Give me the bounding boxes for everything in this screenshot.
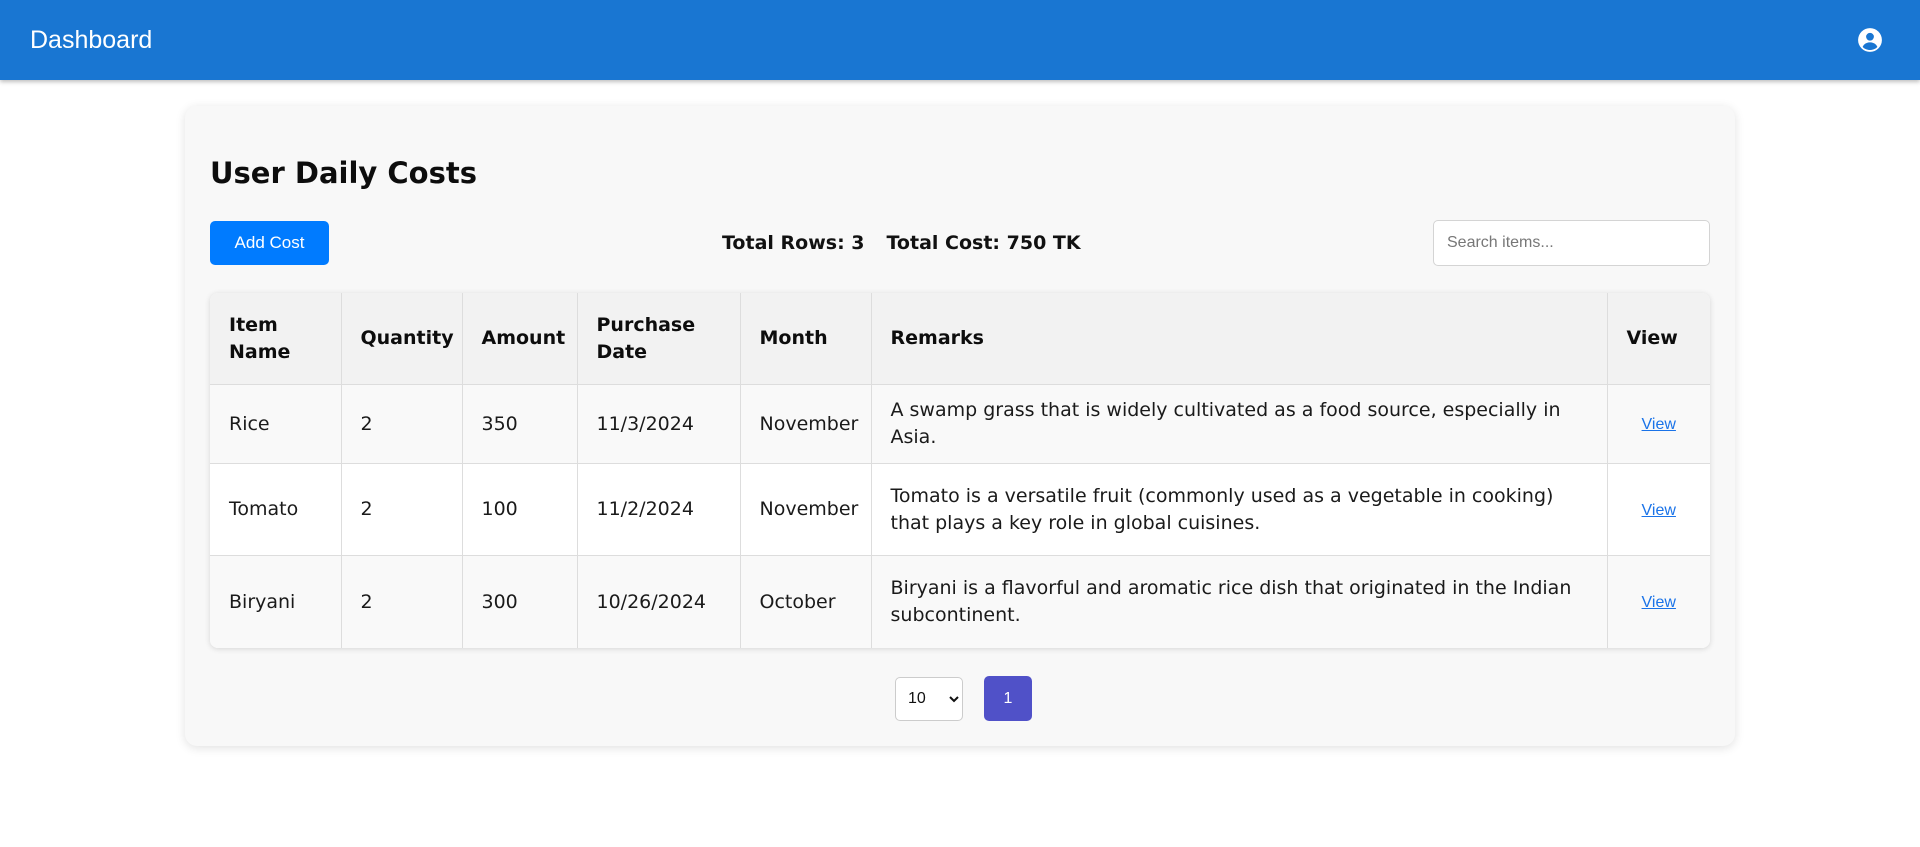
table-row: Biryani 2 300 10/26/2024 October Biryani… bbox=[210, 555, 1710, 648]
app-bar: Dashboard bbox=[0, 0, 1920, 80]
total-rows: Total Rows: 3 bbox=[722, 232, 865, 254]
header-quantity: Quantity bbox=[341, 293, 463, 385]
cell-view: View bbox=[1607, 555, 1710, 648]
cell-amount: 100 bbox=[462, 463, 578, 556]
header-view: View bbox=[1607, 293, 1710, 385]
search-input[interactable] bbox=[1433, 220, 1710, 266]
cell-quantity: 2 bbox=[341, 384, 463, 464]
cell-view: View bbox=[1607, 463, 1710, 556]
view-link[interactable]: View bbox=[1642, 416, 1676, 433]
cell-item-name: Rice bbox=[210, 384, 342, 464]
header-month: Month bbox=[740, 293, 872, 385]
page-button-current[interactable]: 1 bbox=[984, 676, 1032, 721]
costs-table-container: Item Name Quantity Amount Purchase Date … bbox=[210, 293, 1710, 648]
totals-summary: Total Rows: 3 Total Cost: 750 TK bbox=[722, 232, 1081, 254]
table-header-row: Item Name Quantity Amount Purchase Date … bbox=[210, 293, 1710, 385]
cell-purchase-date: 11/3/2024 bbox=[577, 384, 741, 464]
total-cost: Total Cost: 750 TK bbox=[886, 232, 1081, 254]
cell-remarks: A swamp grass that is widely cultivated … bbox=[871, 384, 1608, 464]
header-purchase-date: Purchase Date bbox=[577, 293, 741, 385]
daily-costs-card: User Daily Costs Add Cost Total Rows: 3T… bbox=[185, 106, 1735, 746]
cell-month: November bbox=[740, 463, 872, 556]
header-item-name: Item Name bbox=[210, 293, 342, 385]
page-title: User Daily Costs bbox=[210, 156, 477, 190]
cell-purchase-date: 10/26/2024 bbox=[577, 555, 741, 648]
cell-remarks: Tomato is a versatile fruit (commonly us… bbox=[871, 463, 1608, 556]
page-size-select[interactable]: 10 bbox=[895, 676, 963, 721]
header-amount: Amount bbox=[462, 293, 578, 385]
cell-amount: 300 bbox=[462, 555, 578, 648]
cell-item-name: Tomato bbox=[210, 463, 342, 556]
pagination: 10 1 bbox=[895, 676, 1032, 721]
cell-remarks: Biryani is a flavorful and aromatic rice… bbox=[871, 555, 1608, 648]
cell-quantity: 2 bbox=[341, 463, 463, 556]
costs-table: Item Name Quantity Amount Purchase Date … bbox=[210, 293, 1710, 648]
cell-month: October bbox=[740, 555, 872, 648]
table-row: Tomato 2 100 11/2/2024 November Tomato i… bbox=[210, 463, 1710, 556]
cell-purchase-date: 11/2/2024 bbox=[577, 463, 741, 556]
cell-amount: 350 bbox=[462, 384, 578, 464]
cell-view: View bbox=[1607, 384, 1710, 464]
header-remarks: Remarks bbox=[871, 293, 1608, 385]
view-link[interactable]: View bbox=[1642, 502, 1676, 519]
cell-quantity: 2 bbox=[341, 555, 463, 648]
view-link[interactable]: View bbox=[1642, 594, 1676, 611]
app-title: Dashboard bbox=[30, 25, 153, 54]
account-button[interactable] bbox=[1854, 24, 1886, 56]
cell-item-name: Biryani bbox=[210, 555, 342, 648]
add-cost-button[interactable]: Add Cost bbox=[210, 221, 329, 265]
cell-month: November bbox=[740, 384, 872, 464]
table-row: Rice 2 350 11/3/2024 November A swamp gr… bbox=[210, 384, 1710, 464]
account-circle-icon bbox=[1858, 28, 1882, 52]
